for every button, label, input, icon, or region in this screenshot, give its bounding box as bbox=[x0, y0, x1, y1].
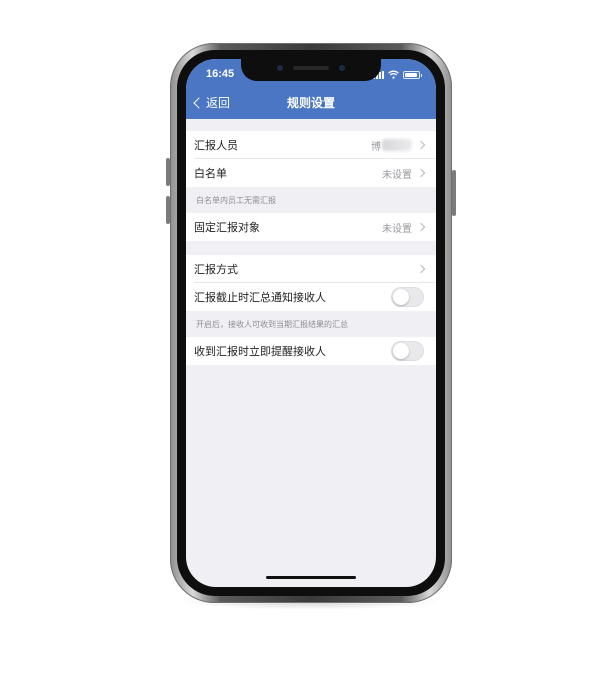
page-title: 规则设置 bbox=[286, 96, 335, 110]
instant-remind-row: 收到汇报时立即提醒接收人 bbox=[186, 337, 436, 365]
instant-remind-toggle[interactable] bbox=[391, 341, 424, 361]
power-button bbox=[452, 170, 456, 216]
toggle-knob bbox=[393, 343, 409, 359]
settings-list: 汇报人员 博 白名单 未设置 白名单内员工无需汇报 固定汇报对象 未设置 汇报方… bbox=[186, 119, 436, 365]
volume-down-button bbox=[166, 196, 170, 224]
toggle-knob bbox=[393, 289, 409, 305]
notch bbox=[241, 59, 381, 81]
phone-screen: 16:45 返回 规则设置 汇报人员 博 白名单 未设置 白名单内员工无需汇报 … bbox=[186, 59, 436, 587]
report-method-label: 汇报方式 bbox=[194, 263, 238, 276]
deadline-summary-hint: 开启后，接收人可收到当期汇报结果的汇总 bbox=[186, 311, 436, 337]
reporters-value: 博 bbox=[371, 138, 412, 153]
chevron-right-icon bbox=[416, 168, 426, 178]
blurred-names bbox=[382, 139, 412, 151]
volume-up-button bbox=[166, 158, 170, 186]
sensor-icon bbox=[339, 65, 345, 71]
phone-mockup: 16:45 返回 规则设置 汇报人员 博 白名单 未设置 白名单内员工无需汇报 … bbox=[0, 0, 600, 680]
reporters-row[interactable]: 汇报人员 博 bbox=[186, 131, 436, 159]
deadline-summary-toggle[interactable] bbox=[391, 287, 424, 307]
status-icons bbox=[373, 69, 422, 79]
chevron-right-icon bbox=[416, 264, 426, 274]
deadline-summary-row: 汇报截止时汇总通知接收人 bbox=[186, 283, 436, 311]
instant-remind-label: 收到汇报时立即提醒接收人 bbox=[194, 345, 326, 358]
fixed-recipient-label: 固定汇报对象 bbox=[194, 221, 260, 234]
report-method-row[interactable]: 汇报方式 bbox=[186, 255, 436, 283]
reporters-value-text: 博 bbox=[371, 141, 381, 153]
section-gap bbox=[186, 119, 436, 131]
chevron-right-icon bbox=[416, 222, 426, 232]
status-time: 16:45 bbox=[206, 68, 235, 80]
whitelist-value: 未设置 bbox=[382, 169, 412, 181]
fixed-recipient-row[interactable]: 固定汇报对象 未设置 bbox=[186, 213, 436, 241]
chevron-right-icon bbox=[416, 140, 426, 150]
whitelist-hint: 白名单内员工无需汇报 bbox=[186, 187, 436, 213]
home-indicator[interactable] bbox=[266, 576, 356, 579]
camera-icon bbox=[277, 65, 283, 71]
header: 16:45 返回 规则设置 bbox=[186, 59, 436, 119]
battery-icon bbox=[403, 71, 422, 79]
speaker-grille bbox=[293, 66, 329, 70]
whitelist-row[interactable]: 白名单 未设置 bbox=[186, 159, 436, 187]
section-gap bbox=[186, 241, 436, 255]
deadline-summary-label: 汇报截止时汇总通知接收人 bbox=[194, 291, 326, 304]
fixed-recipient-value: 未设置 bbox=[382, 223, 412, 235]
reporters-label: 汇报人员 bbox=[194, 139, 238, 152]
whitelist-label: 白名单 bbox=[194, 167, 227, 180]
wifi-icon bbox=[388, 70, 399, 79]
